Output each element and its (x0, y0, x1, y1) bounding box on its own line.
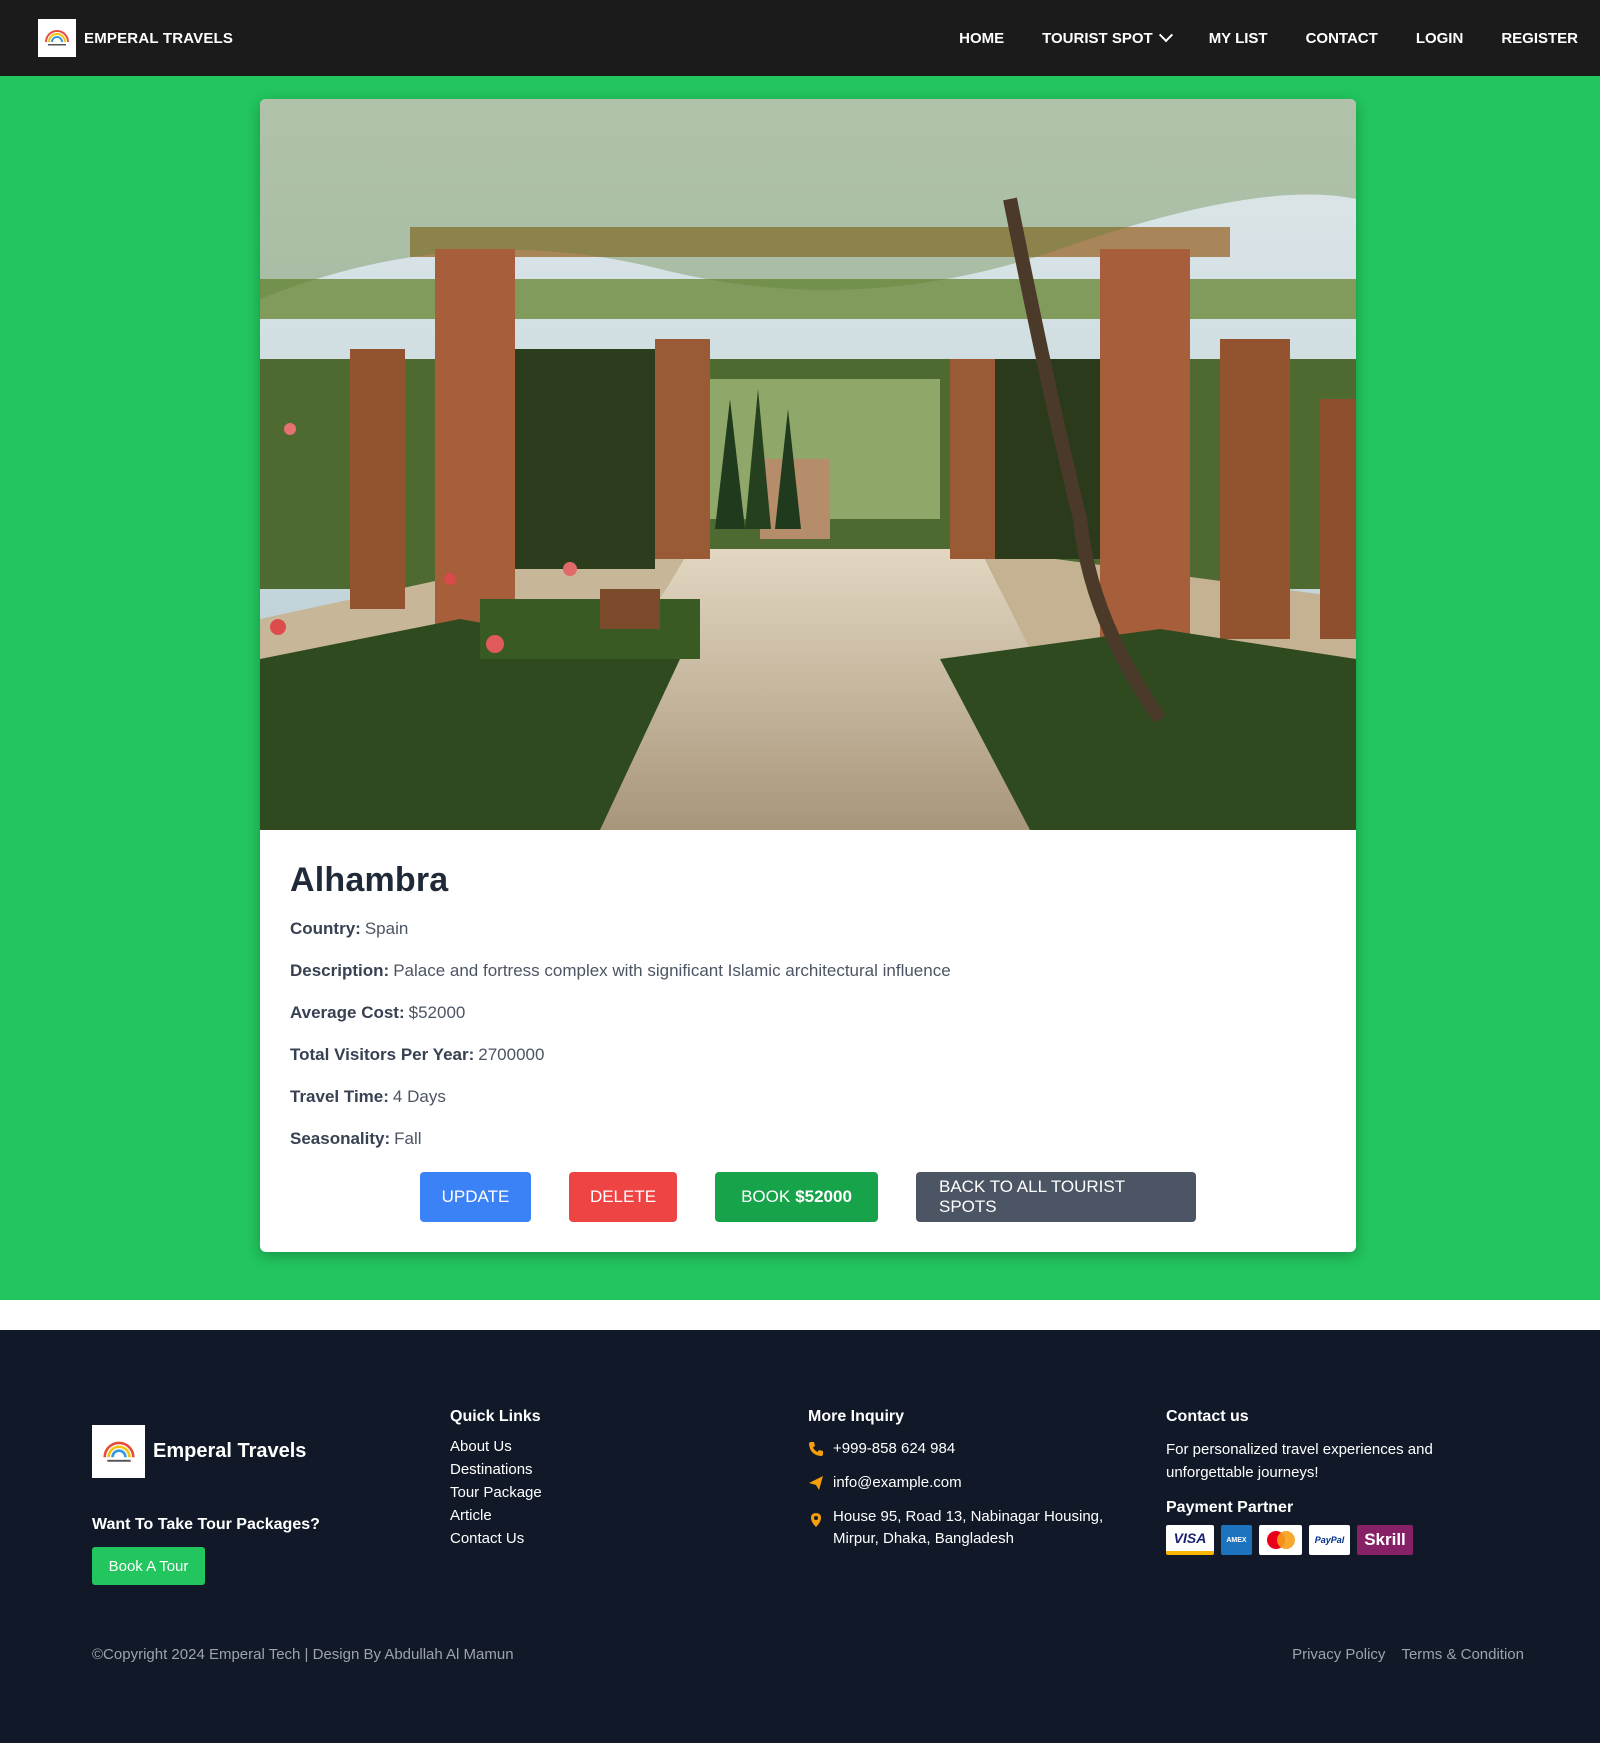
nav-my-list[interactable]: MY LIST (1209, 30, 1268, 47)
mastercard-logo (1259, 1525, 1302, 1555)
brand-name: EMPERAL TRAVELS (84, 29, 234, 47)
nav-home[interactable]: HOME (959, 30, 1004, 47)
spot-title: Alhambra (290, 861, 449, 899)
field-value: 4 Days (392, 1087, 446, 1106)
phone-icon (809, 1442, 823, 1456)
want-tour-heading: Want To Take Tour Packages? (92, 1516, 320, 1533)
spot-detail-card: Alhambra Country: Spain Description: Palac… (260, 99, 1356, 1252)
inquiry-phone[interactable]: +999-858 624 984 (808, 1438, 1123, 1460)
book-label: BOOK (741, 1187, 791, 1206)
nav-links: HOME TOURIST SPOT MY LIST CONTACT LOGIN … (921, 0, 1578, 76)
contact-us: Contact us For personalized travel exper… (1166, 1408, 1466, 1555)
logo-rainbow-icon (102, 1441, 135, 1462)
main-section: Alhambra Country: Spain Description: Palac… (0, 76, 1600, 1300)
book-a-tour-button[interactable]: Book A Tour (92, 1547, 205, 1585)
logo-rainbow-icon (45, 30, 69, 46)
inquiry-address-text: House 95, Road 13, Nabinagar Housing, Mi… (833, 1508, 1104, 1547)
navbar: EMPERAL TRAVELS HOME TOURIST SPOT MY LIS… (0, 0, 1600, 76)
paper-plane-icon (809, 1476, 823, 1490)
brand-logo (38, 19, 76, 57)
location-pin-icon (811, 1513, 821, 1527)
link-destinations[interactable]: Destinations (450, 1461, 542, 1479)
nav-contact[interactable]: CONTACT (1306, 30, 1378, 47)
field-description: Description: Palace and fortress complex … (290, 960, 1330, 981)
update-button[interactable]: UPDATE (420, 1172, 531, 1222)
field-average-cost: Average Cost: $52000 (290, 1002, 1330, 1023)
garden-pergola-image (260, 99, 1356, 830)
field-value: Spain (364, 919, 409, 938)
more-inquiry-heading: More Inquiry (808, 1408, 905, 1425)
field-total-visitors: Total Visitors Per Year: 2700000 (290, 1044, 1330, 1065)
footer-brand[interactable]: Emperal Travels (92, 1425, 306, 1478)
field-label: Seasonality: (290, 1129, 391, 1148)
field-seasonality: Seasonality: Fall (290, 1128, 1330, 1149)
payment-logos: VISA AMEX PayPal Skrill (1166, 1525, 1466, 1555)
nav-login[interactable]: LOGIN (1416, 30, 1464, 47)
field-value: 2700000 (478, 1045, 545, 1064)
field-travel-time: Travel Time: 4 Days (290, 1086, 1330, 1107)
skrill-logo: Skrill (1357, 1525, 1413, 1555)
action-buttons: UPDATE DELETE BOOK $52000 BACK TO ALL TOU… (260, 1172, 1356, 1222)
inquiry-email-text: info@example.com (833, 1474, 962, 1491)
mastercard-icon (1266, 1531, 1295, 1549)
back-to-all-spots-button[interactable]: BACK TO ALL TOURIST SPOTS (916, 1172, 1196, 1222)
brand[interactable]: EMPERAL TRAVELS (38, 19, 233, 57)
nav-tourist-spot-label: TOURIST SPOT (1042, 29, 1153, 47)
link-tour-package[interactable]: Tour Package (450, 1484, 542, 1502)
field-value: Fall (394, 1129, 422, 1148)
amex-logo: AMEX (1221, 1525, 1252, 1555)
inquiry-address: House 95, Road 13, Nabinagar Housing, Mi… (808, 1506, 1123, 1550)
field-label: Description: (290, 961, 390, 980)
copyright: ©Copyright 2024 Emperal Tech | Design By… (92, 1646, 514, 1663)
book-price: $52000 (795, 1187, 852, 1206)
visa-logo: VISA (1166, 1525, 1214, 1555)
paypal-logo: PayPal (1309, 1525, 1350, 1555)
contact-us-heading: Contact us (1166, 1408, 1249, 1425)
link-about-us[interactable]: About Us (450, 1438, 542, 1456)
field-value: Palace and fortress complex with signifi… (393, 961, 951, 980)
payment-partner-heading: Payment Partner (1166, 1499, 1294, 1516)
inquiry-phone-text: +999-858 624 984 (833, 1440, 956, 1457)
quick-links: Quick Links About Us Destinations Tour P… (450, 1408, 542, 1553)
field-label: Travel Time: (290, 1087, 389, 1106)
nav-tourist-spot[interactable]: TOURIST SPOT (1042, 28, 1173, 47)
chevron-down-icon (1158, 28, 1173, 43)
nav-register[interactable]: REGISTER (1501, 30, 1578, 47)
contact-us-text: For personalized travel experiences and … (1166, 1441, 1433, 1481)
inquiry-email[interactable]: info@example.com (808, 1472, 1123, 1494)
field-label: Country: (290, 919, 361, 938)
privacy-policy-link[interactable]: Privacy Policy (1292, 1646, 1385, 1663)
footer: Emperal Travels Want To Take Tour Packag… (0, 1330, 1600, 1743)
spot-info: Alhambra Country: Spain Description: Palac… (290, 861, 1330, 1170)
quick-links-list: About Us Destinations Tour Package Artic… (450, 1438, 542, 1548)
field-country: Country: Spain (290, 918, 1330, 939)
footer-brand-name: Emperal Travels (153, 1440, 307, 1462)
book-button[interactable]: BOOK $52000 (715, 1172, 878, 1222)
field-label: Average Cost: (290, 1003, 405, 1022)
footer-logo (92, 1425, 145, 1478)
quick-links-heading: Quick Links (450, 1408, 541, 1425)
field-value: $52000 (408, 1003, 466, 1022)
spot-photo (260, 99, 1356, 830)
link-article[interactable]: Article (450, 1507, 542, 1525)
legal-links: Privacy Policy Terms & Condition (1276, 1646, 1524, 1663)
delete-button[interactable]: DELETE (569, 1172, 677, 1222)
field-label: Total Visitors Per Year: (290, 1045, 475, 1064)
link-contact-us[interactable]: Contact Us (450, 1530, 542, 1548)
terms-link[interactable]: Terms & Condition (1401, 1646, 1524, 1663)
more-inquiry: More Inquiry +999-858 624 984 info@examp… (808, 1408, 1123, 1562)
